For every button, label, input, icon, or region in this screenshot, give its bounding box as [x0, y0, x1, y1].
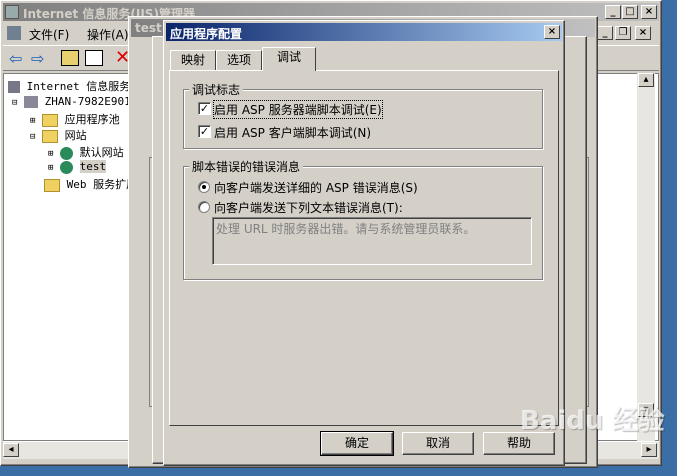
expand-icon[interactable]: ⊞: [48, 163, 53, 173]
show-tree-icon[interactable]: [85, 50, 103, 66]
collapse-icon[interactable]: ⊟: [12, 98, 17, 108]
console-icon: [7, 26, 21, 40]
tab-options[interactable]: 选项: [216, 50, 262, 70]
iis-icon: [8, 81, 20, 93]
expand-icon[interactable]: ⊞: [30, 116, 35, 126]
tree-node[interactable]: ⊞ 应用程序池: [30, 111, 120, 127]
folder-icon: [42, 113, 59, 127]
dialog-close-button[interactable]: ×: [544, 25, 560, 39]
collapse-icon[interactable]: ⊟: [30, 132, 35, 142]
client-debug-checkbox[interactable]: ✓: [198, 125, 211, 138]
app-config-dialog: 应用程序配置 × 映射 选项 调试 调试标志 ✓ 启用 ASP 服务器端脚本调试…: [163, 20, 565, 466]
server-debug-label[interactable]: 启用 ASP 服务器端脚本调试(E): [213, 100, 383, 119]
error-text-value: 处理 URL 时服务器出错。请与系统管理员联系。: [216, 222, 476, 236]
server-debug-checkbox[interactable]: ✓: [198, 102, 211, 115]
detailed-error-label[interactable]: 向客户端发送详细的 ASP 错误消息(S): [214, 179, 418, 196]
tab-mapping[interactable]: 映射: [170, 50, 216, 70]
error-text-field[interactable]: 处理 URL 时服务器出错。请与系统管理员联系。: [212, 217, 532, 265]
debug-flags-label: 调试标志: [189, 81, 244, 98]
dialog-titlebar: 应用程序配置 ×: [166, 23, 562, 41]
tab-debug[interactable]: 调试: [262, 47, 316, 71]
ok-button[interactable]: 确定: [320, 431, 394, 456]
folder-icon: [44, 178, 60, 192]
text-error-label[interactable]: 向客户端发送下列文本错误消息(T):: [214, 199, 403, 216]
expand-icon[interactable]: ⊞: [48, 149, 53, 159]
child-minimize-button[interactable]: _: [597, 26, 613, 40]
menu-action[interactable]: 操作(A): [87, 26, 129, 43]
forward-arrow-icon[interactable]: ⇨: [31, 49, 44, 68]
text-error-radio[interactable]: [198, 201, 210, 213]
baidu-watermark: Baidu 经验: [520, 400, 670, 450]
cancel-button[interactable]: 取消: [402, 432, 474, 455]
detailed-error-radio[interactable]: [198, 181, 210, 193]
watermark-text: Baidu 经验: [520, 406, 665, 436]
child-close-button[interactable]: ×: [635, 26, 651, 40]
tree-node[interactable]: ⊟ ZHAN-7982E9015: [12, 95, 137, 108]
up-folder-icon[interactable]: [61, 50, 79, 66]
tree-node[interactable]: ⊟ 网站: [30, 127, 87, 143]
close-button[interactable]: ×: [641, 5, 657, 19]
tree-node[interactable]: Web 服务扩展: [44, 176, 137, 192]
dialog-title: 应用程序配置: [170, 27, 243, 41]
client-debug-label[interactable]: 启用 ASP 客户端脚本调试(N): [214, 124, 371, 141]
menu-file[interactable]: 文件(F): [29, 26, 69, 43]
tree-node[interactable]: ⊞ 默认网站: [48, 144, 124, 160]
maximize-button[interactable]: □: [622, 5, 638, 19]
vertical-scrollbar[interactable]: ▴ ▾: [637, 73, 655, 441]
website-icon: [60, 146, 74, 160]
properties-title: test: [135, 21, 162, 35]
scroll-up-icon[interactable]: ▴: [638, 73, 654, 87]
tree-node[interactable]: Internet 信息服务: [8, 78, 130, 94]
website-icon: [60, 160, 74, 174]
iis-app-icon: [5, 5, 19, 19]
scroll-left-icon[interactable]: ◂: [3, 443, 19, 457]
error-messages-label: 脚本错误的错误消息: [189, 158, 304, 175]
folder-icon: [42, 129, 59, 143]
back-arrow-icon[interactable]: ⇦: [9, 49, 22, 68]
tab-panel: 调试标志 ✓ 启用 ASP 服务器端脚本调试(E) ✓ 启用 ASP 客户端脚本…: [169, 70, 559, 426]
computer-icon: [24, 96, 39, 108]
minimize-button[interactable]: _: [605, 5, 621, 19]
tree-pane: Internet 信息服务 ⊟ ZHAN-7982E9015 ⊞ 应用程序池 ⊟…: [3, 73, 137, 441]
child-restore-button[interactable]: ❐: [615, 26, 631, 40]
tree-node[interactable]: ⊞ test: [48, 160, 107, 174]
